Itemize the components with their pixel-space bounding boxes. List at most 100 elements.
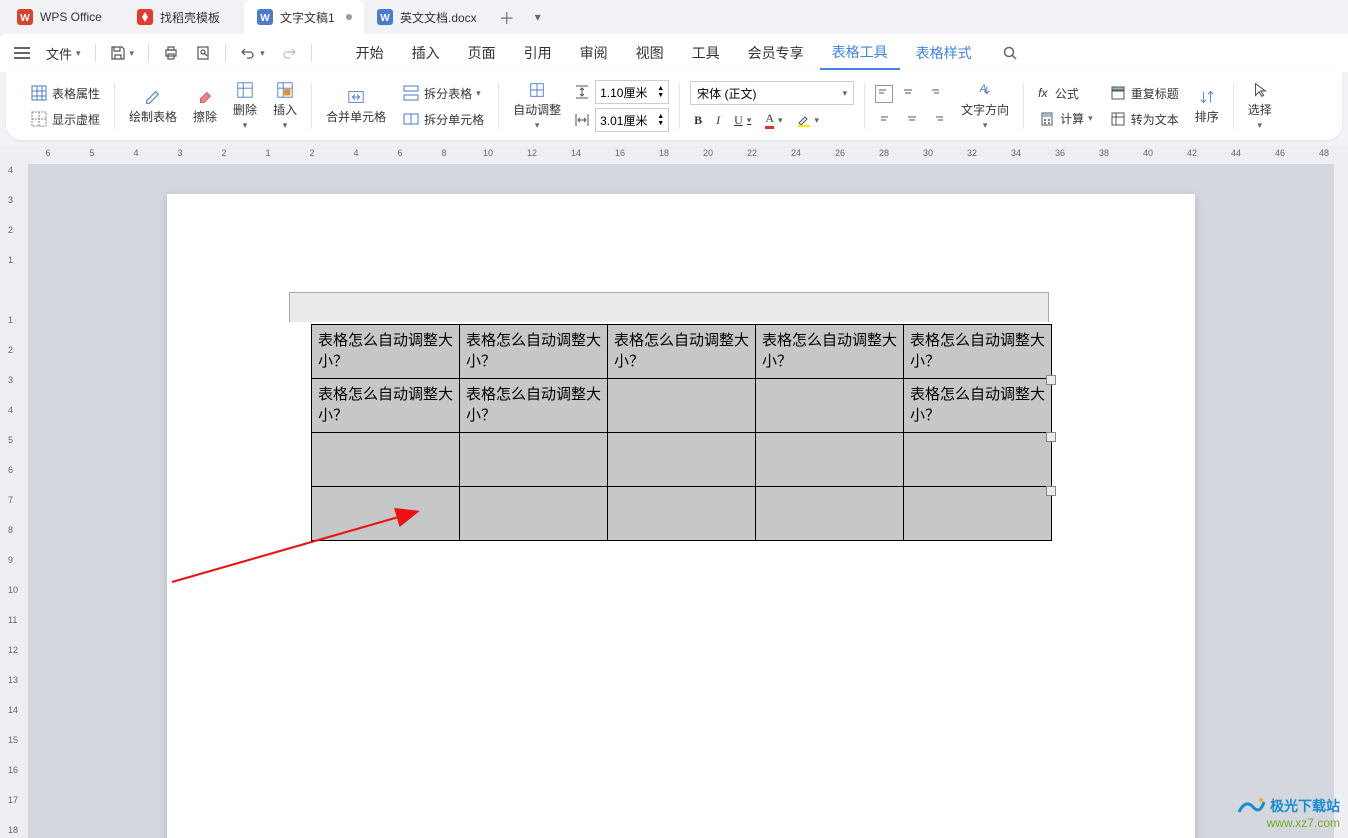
table-cell[interactable] [460, 433, 608, 487]
table-row[interactable] [312, 487, 1052, 541]
menu-page[interactable]: 页面 [456, 37, 508, 69]
selection-handle[interactable] [1046, 375, 1056, 385]
selection-handle[interactable] [1046, 432, 1056, 442]
table-cell[interactable] [904, 487, 1052, 541]
underline-button[interactable]: U ▾ [730, 109, 755, 131]
table-cell[interactable] [756, 487, 904, 541]
menu-tools[interactable]: 工具 [680, 37, 732, 69]
table-row[interactable]: 表格怎么自动调整大小？表格怎么自动调整大小？表格怎么自动调整大小？ [312, 379, 1052, 433]
table-cell[interactable] [756, 379, 904, 433]
stepper-up-icon[interactable]: ▲ [657, 85, 664, 92]
select-button[interactable]: 选择 ▾ [1244, 79, 1276, 133]
align-mid-center-button[interactable] [901, 109, 923, 127]
auto-adjust-button[interactable]: 自动调整▾ [509, 79, 565, 133]
save-button[interactable]: ▾ [104, 41, 141, 65]
menu-insert[interactable]: 插入 [400, 37, 452, 69]
calculate-button[interactable]: 计算 ▾ [1034, 108, 1097, 130]
menu-reference[interactable]: 引用 [512, 37, 564, 69]
table-cell[interactable]: 表格怎么自动调整大小？ [460, 325, 608, 379]
align-mid-right-button[interactable] [927, 109, 949, 127]
file-menu[interactable]: 文件 ▾ [40, 40, 87, 67]
table-cell[interactable]: 表格怎么自动调整大小？ [904, 379, 1052, 433]
menu-view[interactable]: 视图 [624, 37, 676, 69]
row-height-input[interactable]: 1.10厘米▲▼ [595, 80, 669, 104]
tab-doc1[interactable]: W 文字文稿1 [244, 0, 364, 34]
table-cell[interactable]: 表格怎么自动调整大小？ [608, 325, 756, 379]
ribbon-group-select: 选择 ▾ [1234, 76, 1286, 136]
formula-label: fx [1038, 86, 1047, 100]
table-cell[interactable]: 表格怎么自动调整大小？ [904, 325, 1052, 379]
document-area: 4321123456789101112131415161718 表格怎么自动调整… [0, 164, 1348, 838]
table-cell[interactable] [460, 487, 608, 541]
table-row[interactable] [312, 433, 1052, 487]
font-color-button[interactable]: A ▾ [761, 109, 786, 131]
stepper-down-icon[interactable]: ▼ [657, 92, 664, 99]
table-cell[interactable] [608, 379, 756, 433]
insert-button[interactable]: 插入 ▾ [269, 79, 301, 133]
align-mid-left-button[interactable] [875, 109, 897, 127]
delete-button[interactable]: 删除▾ [229, 79, 261, 133]
table-cell[interactable] [312, 433, 460, 487]
tab-wps-office[interactable]: W WPS Office [4, 0, 124, 34]
col-width-input[interactable]: 3.01厘米▲▼ [595, 108, 669, 132]
repeat-header-button[interactable]: 重复标题 [1105, 82, 1183, 104]
table-cell[interactable]: 表格怎么自动调整大小？ [460, 379, 608, 433]
new-tab-button[interactable]: ＋ [489, 5, 525, 29]
vertical-scrollbar[interactable] [1334, 164, 1348, 838]
align-top-right-button[interactable] [923, 85, 945, 103]
table-cell[interactable] [904, 433, 1052, 487]
pencil-icon [144, 88, 162, 106]
undo-button[interactable]: ▾ [234, 41, 271, 65]
text-direction-button[interactable]: A 文字方向▾ [957, 79, 1013, 133]
document-page[interactable]: 表格怎么自动调整大小？表格怎么自动调整大小？表格怎么自动调整大小？表格怎么自动调… [167, 194, 1195, 838]
redo-button[interactable] [275, 41, 303, 65]
eraser-button[interactable]: 擦除 [189, 86, 221, 127]
split-cell-button[interactable]: 拆分单元格 [398, 108, 488, 130]
align-top-center-button[interactable] [897, 85, 919, 103]
font-family-select[interactable]: 宋体 (正文) ▾ [690, 81, 854, 105]
to-text-button[interactable]: 转为文本 [1105, 108, 1183, 130]
table-cell[interactable]: 表格怎么自动调整大小？ [312, 325, 460, 379]
table-cell[interactable] [312, 487, 460, 541]
tab-daoke-template[interactable]: 找稻壳模板 [124, 0, 244, 34]
align-top-left-button[interactable] [875, 85, 893, 103]
table-cell[interactable] [608, 487, 756, 541]
sort-button[interactable]: 排序 [1191, 86, 1223, 127]
tab-menu-button[interactable]: ▾ [525, 10, 551, 24]
document-scroll[interactable]: 表格怎么自动调整大小？表格怎么自动调整大小？表格怎么自动调整大小？表格怎么自动调… [28, 164, 1334, 838]
print-button[interactable] [157, 41, 185, 65]
document-table[interactable]: 表格怎么自动调整大小？表格怎么自动调整大小？表格怎么自动调整大小？表格怎么自动调… [311, 324, 1052, 541]
table-row[interactable]: 表格怎么自动调整大小？表格怎么自动调整大小？表格怎么自动调整大小？表格怎么自动调… [312, 325, 1052, 379]
table-cell[interactable]: 表格怎么自动调整大小？ [312, 379, 460, 433]
tab-doc2[interactable]: W 英文文档.docx [364, 0, 489, 34]
table-properties-button[interactable]: 表格属性 [26, 82, 104, 104]
insert-label: 插入 [273, 101, 297, 118]
hamburger-menu[interactable] [8, 43, 36, 63]
menu-table-tools[interactable]: 表格工具 [820, 36, 900, 70]
split-table-button[interactable]: 拆分表格 ▾ [398, 82, 488, 104]
bold-button[interactable]: B [690, 109, 706, 131]
menu-member[interactable]: 会员专享 [736, 37, 816, 69]
menu-review[interactable]: 审阅 [568, 37, 620, 69]
show-grid-button[interactable]: 显示虚框 [26, 108, 104, 130]
chevron-down-icon: ▾ [283, 120, 288, 131]
table-cell[interactable]: 表格怎么自动调整大小？ [756, 325, 904, 379]
print-preview-button[interactable] [189, 41, 217, 65]
menu-table-style[interactable]: 表格样式 [904, 37, 984, 69]
svg-text:W: W [20, 13, 30, 24]
merge-cell-button[interactable]: 合并单元格 [322, 86, 390, 127]
italic-button[interactable]: I [712, 109, 724, 131]
formula-button[interactable]: fx fx 公式公式 [1034, 83, 1097, 104]
search-button[interactable] [988, 45, 1032, 61]
stepper-down-icon[interactable]: ▼ [657, 120, 664, 127]
table-cell[interactable] [756, 433, 904, 487]
menu-start[interactable]: 开始 [344, 37, 396, 69]
horizontal-ruler[interactable]: 6543212468101214161820222426283032343638… [28, 146, 1348, 164]
draw-table-button[interactable]: 绘制表格 [125, 86, 181, 127]
watermark: 极光下载站 www.xz7.com [1236, 796, 1340, 832]
selection-handle[interactable] [1046, 486, 1056, 496]
vertical-ruler[interactable]: 4321123456789101112131415161718 [0, 164, 28, 838]
table-cell[interactable] [608, 433, 756, 487]
highlight-button[interactable]: ▾ [793, 109, 824, 131]
stepper-up-icon[interactable]: ▲ [657, 113, 664, 120]
